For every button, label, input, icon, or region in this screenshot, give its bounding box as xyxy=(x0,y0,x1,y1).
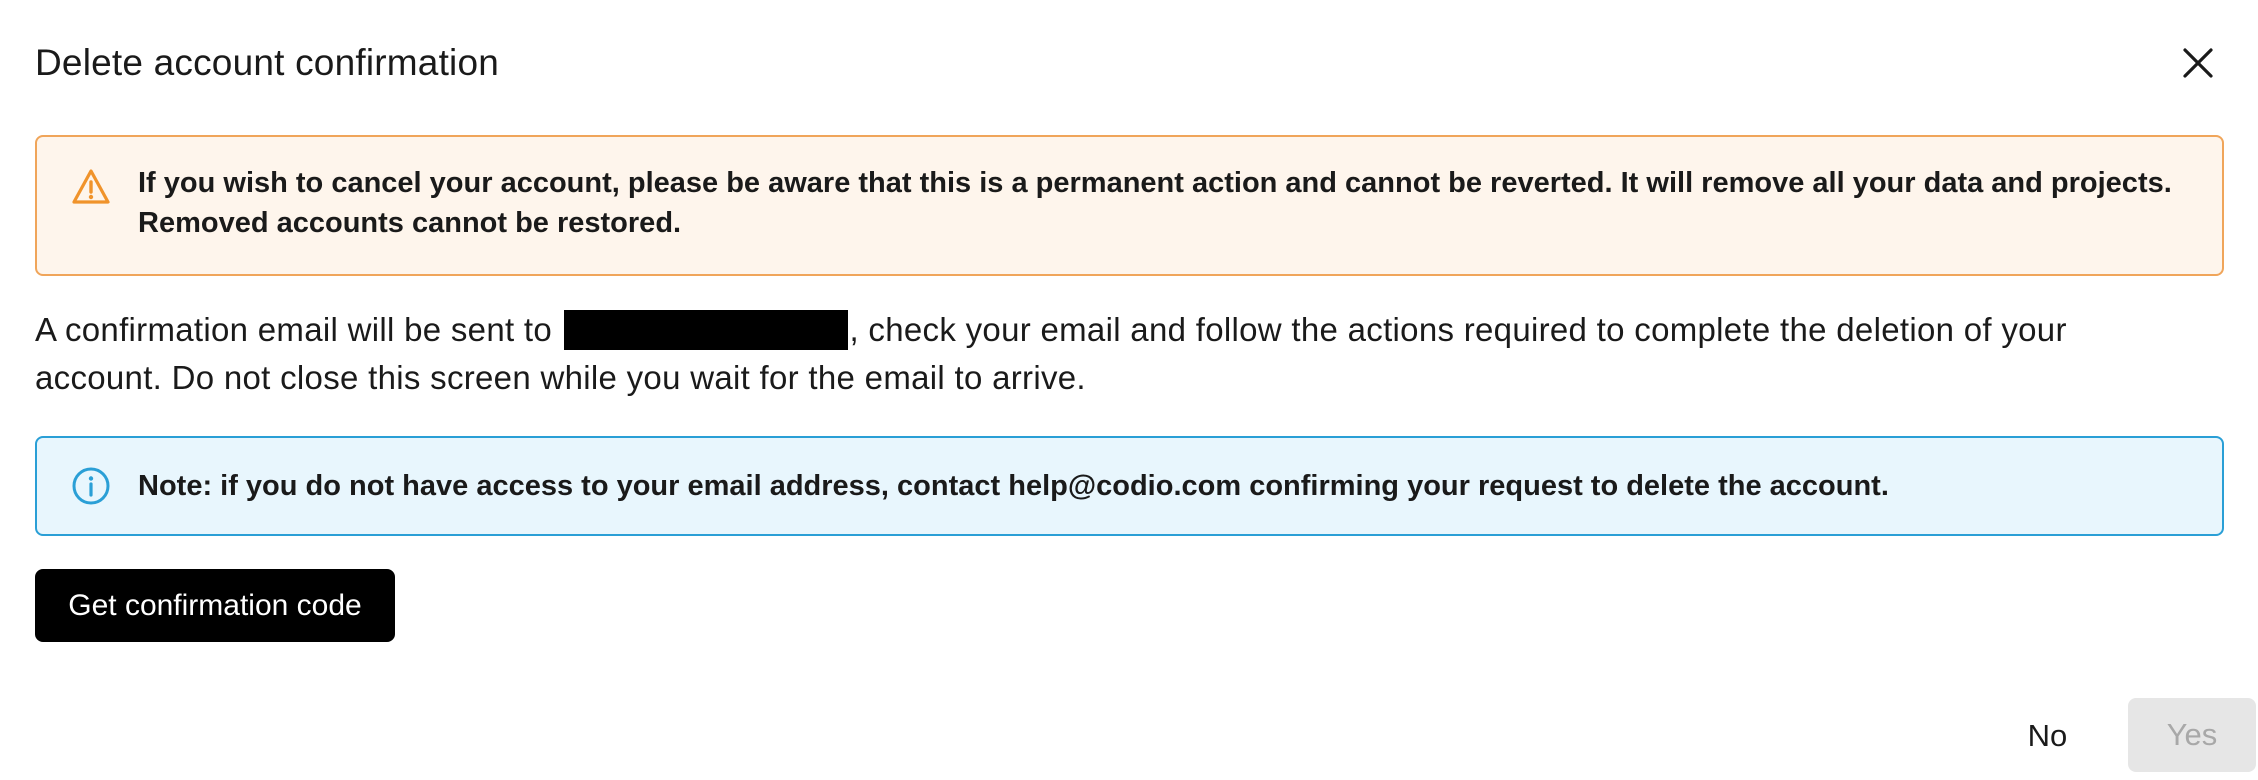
info-note: Note: if you do not have access to your … xyxy=(35,436,2224,536)
redacted-email xyxy=(563,310,848,350)
dialog-header: Delete account confirmation xyxy=(35,38,2223,88)
get-confirmation-code-button[interactable]: Get confirmation code xyxy=(35,569,395,642)
confirmation-description: A confirmation email will be sent to , c… xyxy=(35,306,2185,402)
description-text-start: A confirmation email will be sent to xyxy=(35,311,562,348)
dialog-title: Delete account confirmation xyxy=(35,42,500,83)
yes-button[interactable]: Yes xyxy=(2128,698,2256,772)
warning-text: If you wish to cancel your account, plea… xyxy=(138,167,2172,239)
note-text: Note: if you do not have access to your … xyxy=(138,470,1889,502)
warning-alert: If you wish to cancel your account, plea… xyxy=(35,135,2224,276)
no-button[interactable]: No xyxy=(1990,700,2105,772)
warning-triangle-icon xyxy=(72,169,110,204)
close-icon xyxy=(2183,48,2213,78)
close-button[interactable] xyxy=(2173,38,2223,88)
delete-account-dialog: Delete account confirmation If you wish … xyxy=(0,0,2258,780)
info-icon xyxy=(72,467,110,505)
